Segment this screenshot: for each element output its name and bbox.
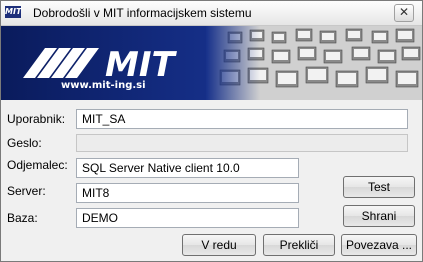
ok-button[interactable]: V redu bbox=[182, 234, 256, 256]
banner: MIT www.mit-ing.si bbox=[1, 26, 422, 100]
database-label: Baza: bbox=[7, 211, 38, 225]
banner-logo-area: MIT www.mit-ing.si bbox=[1, 26, 221, 100]
user-field[interactable]: MIT_SA bbox=[76, 109, 408, 129]
password-label: Geslo: bbox=[7, 136, 42, 150]
login-dialog: MIT Dobrodošli v MIT informacijskem sist… bbox=[0, 0, 423, 262]
database-field[interactable]: DEMO bbox=[76, 208, 299, 228]
banner-image bbox=[206, 26, 422, 100]
banner-url: www.mit-ing.si bbox=[61, 80, 146, 91]
server-field[interactable]: MIT8 bbox=[76, 183, 299, 203]
driver-label: Odjemalec: bbox=[7, 158, 68, 172]
password-field[interactable] bbox=[76, 134, 408, 152]
server-label: Server: bbox=[7, 184, 46, 198]
title-bar: MIT Dobrodošli v MIT informacijskem sist… bbox=[1, 1, 422, 26]
test-button[interactable]: Test bbox=[343, 176, 415, 198]
user-label: Uporabnik: bbox=[7, 112, 66, 126]
app-logo-icon: MIT bbox=[5, 6, 22, 18]
driver-field[interactable]: SQL Server Native client 10.0 bbox=[76, 158, 299, 178]
close-button[interactable]: ✕ bbox=[394, 4, 414, 22]
workstations-image-icon bbox=[206, 26, 422, 100]
banner-logo-text: MIT bbox=[105, 45, 177, 85]
save-button[interactable]: Shrani bbox=[343, 205, 415, 227]
cancel-button[interactable]: Prekliči bbox=[263, 234, 335, 256]
window-title: Dobrodošli v MIT informacijskem sistemu bbox=[33, 6, 252, 20]
connection-button[interactable]: Povezava ... bbox=[341, 234, 417, 256]
